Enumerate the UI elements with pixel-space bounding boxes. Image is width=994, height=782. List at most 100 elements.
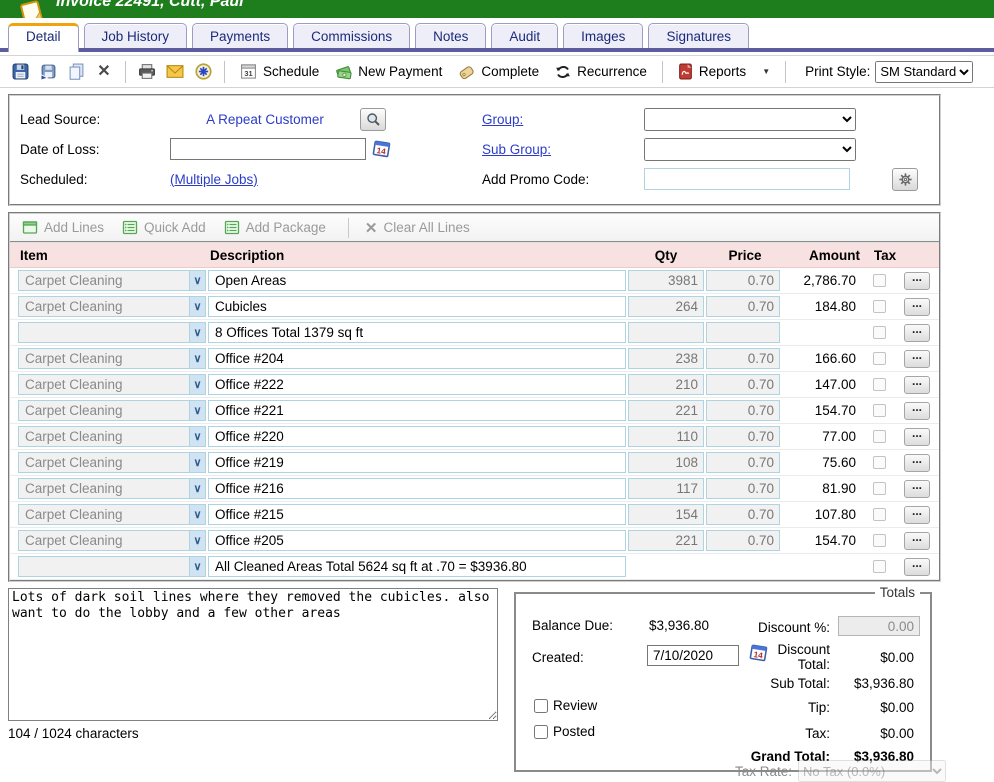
- description-input[interactable]: [208, 296, 626, 317]
- tax-checkbox[interactable]: [873, 300, 886, 313]
- tab-commissions[interactable]: Commissions: [293, 23, 410, 48]
- tax-checkbox[interactable]: [873, 508, 886, 521]
- tax-checkbox[interactable]: [873, 352, 886, 365]
- qty-input[interactable]: [628, 296, 704, 317]
- price-input[interactable]: [706, 400, 780, 421]
- save-as-icon[interactable]: [36, 60, 60, 84]
- print-style-select[interactable]: SM Standard: [875, 61, 973, 83]
- complete-button[interactable]: Complete: [452, 62, 545, 82]
- sub-group-select[interactable]: [644, 138, 856, 161]
- qty-input[interactable]: [628, 478, 704, 499]
- price-input[interactable]: [706, 270, 780, 291]
- item-dropdown-arrow-icon[interactable]: ∨: [189, 556, 206, 577]
- price-input[interactable]: [706, 348, 780, 369]
- qty-input[interactable]: [628, 270, 704, 291]
- tax-checkbox[interactable]: [873, 560, 886, 573]
- add-package-button[interactable]: Add Package: [222, 218, 334, 237]
- created-date-picker-icon[interactable]: 14: [749, 643, 769, 663]
- description-input[interactable]: [208, 322, 626, 343]
- description-input[interactable]: [208, 478, 626, 499]
- item-select-value[interactable]: Carpet Cleaning: [18, 374, 189, 395]
- line-options-button[interactable]: ...: [904, 376, 930, 394]
- promo-apply-button[interactable]: [892, 168, 918, 191]
- description-input[interactable]: [208, 452, 626, 473]
- item-dropdown-arrow-icon[interactable]: ∨: [189, 452, 206, 473]
- description-input[interactable]: [208, 400, 626, 421]
- item-select-value[interactable]: Carpet Cleaning: [18, 504, 189, 525]
- item-select-value[interactable]: Carpet Cleaning: [18, 270, 189, 291]
- invoice-notes-textarea[interactable]: Lots of dark soil lines where they remov…: [8, 588, 498, 721]
- tab-images[interactable]: Images: [563, 23, 643, 48]
- group-link[interactable]: Group:: [482, 112, 523, 127]
- qty-input[interactable]: [628, 452, 704, 473]
- item-select-value[interactable]: Carpet Cleaning: [18, 530, 189, 551]
- group-select[interactable]: [644, 108, 856, 131]
- reports-dropdown-caret[interactable]: ▼: [756, 65, 776, 78]
- print-icon[interactable]: [135, 60, 159, 84]
- item-dropdown-arrow-icon[interactable]: ∨: [189, 374, 206, 395]
- item-dropdown-arrow-icon[interactable]: ∨: [189, 426, 206, 447]
- lead-source-link[interactable]: A Repeat Customer: [206, 112, 324, 127]
- qty-input[interactable]: [628, 504, 704, 525]
- tax-checkbox[interactable]: [873, 430, 886, 443]
- item-select-value[interactable]: Carpet Cleaning: [18, 400, 189, 421]
- clear-all-lines-button[interactable]: ✕ Clear All Lines: [363, 217, 478, 239]
- line-options-button[interactable]: ...: [904, 428, 930, 446]
- item-dropdown-arrow-icon[interactable]: ∨: [189, 296, 206, 317]
- item-dropdown-arrow-icon[interactable]: ∨: [189, 400, 206, 421]
- price-input[interactable]: [706, 452, 780, 473]
- description-input[interactable]: [208, 270, 626, 291]
- qty-input[interactable]: [628, 322, 704, 343]
- tab-audit[interactable]: Audit: [491, 23, 558, 48]
- tax-checkbox[interactable]: [873, 274, 886, 287]
- price-input[interactable]: [706, 296, 780, 317]
- line-options-button[interactable]: ...: [904, 324, 930, 342]
- reports-button[interactable]: Reports: [672, 61, 752, 82]
- lead-source-lookup-button[interactable]: [360, 108, 386, 131]
- item-select-value[interactable]: Carpet Cleaning: [18, 478, 189, 499]
- promo-code-input[interactable]: [644, 168, 850, 190]
- description-input[interactable]: [208, 504, 626, 525]
- tab-detail[interactable]: Detail: [8, 23, 79, 52]
- item-select-value[interactable]: Carpet Cleaning: [18, 452, 189, 473]
- tax-checkbox[interactable]: [873, 456, 886, 469]
- item-select-value[interactable]: [18, 322, 189, 343]
- item-dropdown-arrow-icon[interactable]: ∨: [189, 504, 206, 525]
- description-input[interactable]: [208, 348, 626, 369]
- add-lines-button[interactable]: Add Lines: [20, 218, 112, 237]
- recurrence-button[interactable]: Recurrence: [549, 62, 653, 82]
- item-select-value[interactable]: [18, 556, 189, 577]
- qty-input[interactable]: [628, 426, 704, 447]
- item-select-value[interactable]: Carpet Cleaning: [18, 348, 189, 369]
- tax-checkbox[interactable]: [873, 534, 886, 547]
- email-icon[interactable]: [163, 60, 187, 84]
- price-input[interactable]: [706, 478, 780, 499]
- line-options-button[interactable]: ...: [904, 558, 930, 576]
- qty-input[interactable]: [628, 348, 704, 369]
- item-dropdown-arrow-icon[interactable]: ∨: [189, 270, 206, 291]
- save-icon[interactable]: [8, 60, 32, 84]
- tab-notes[interactable]: Notes: [415, 23, 486, 48]
- date-picker-icon[interactable]: 14: [372, 139, 392, 159]
- qty-input[interactable]: [628, 374, 704, 395]
- item-dropdown-arrow-icon[interactable]: ∨: [189, 348, 206, 369]
- line-options-button[interactable]: ...: [904, 272, 930, 290]
- quick-add-button[interactable]: Quick Add: [120, 218, 214, 237]
- tax-checkbox[interactable]: [873, 482, 886, 495]
- tax-checkbox[interactable]: [873, 326, 886, 339]
- item-dropdown-arrow-icon[interactable]: ∨: [189, 530, 206, 551]
- tab-job-history[interactable]: Job History: [84, 23, 188, 48]
- description-input[interactable]: [208, 426, 626, 447]
- qty-input[interactable]: [628, 400, 704, 421]
- line-options-button[interactable]: ...: [904, 506, 930, 524]
- price-input[interactable]: [706, 504, 780, 525]
- description-input[interactable]: [208, 374, 626, 395]
- description-input[interactable]: [208, 556, 626, 577]
- tab-signatures[interactable]: Signatures: [648, 23, 749, 48]
- description-input[interactable]: [208, 530, 626, 551]
- line-options-button[interactable]: ...: [904, 532, 930, 550]
- price-input[interactable]: [706, 530, 780, 551]
- price-input[interactable]: [706, 426, 780, 447]
- multiple-jobs-link[interactable]: (Multiple Jobs): [170, 172, 258, 187]
- item-dropdown-arrow-icon[interactable]: ∨: [189, 322, 206, 343]
